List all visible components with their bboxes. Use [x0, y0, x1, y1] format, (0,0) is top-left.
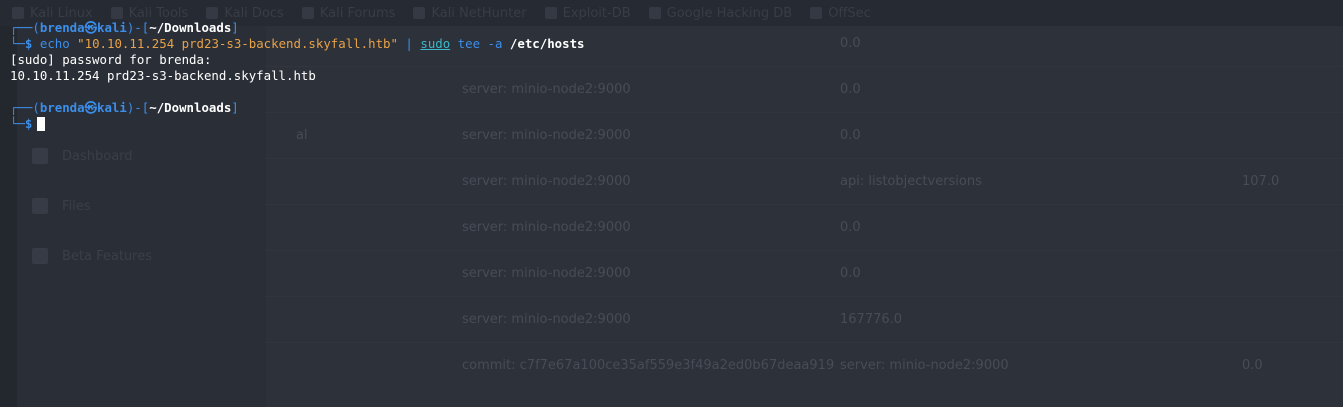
cmd-string: "10.10.11.254 prd23-s3-backend.skyfall.h… — [77, 36, 398, 51]
prompt-cwd: ~/Downloads — [149, 20, 232, 35]
terminal[interactable]: ┌──(brenda㉿kali)-[~/Downloads] └─$ echo … — [0, 0, 1343, 407]
input-line[interactable]: └─$ — [0, 116, 1343, 132]
kali-skull-icon: ㉿ — [84, 20, 97, 35]
prompt-frame: ┌──( — [10, 100, 40, 115]
prompt-frame: )-[ — [126, 100, 150, 115]
command-line: └─$ echo "10.10.11.254 prd23-s3-backend.… — [0, 36, 1343, 52]
prompt-frame: └─ — [10, 116, 25, 131]
prompt-frame: )-[ — [126, 20, 150, 35]
prompt-symbol: $ — [24, 36, 33, 51]
cmd-echo: echo — [39, 36, 70, 51]
output-line: 10.10.11.254 prd23-s3-backend.skyfall.ht… — [10, 68, 316, 83]
text-cursor — [37, 117, 46, 131]
prompt-cwd: ~/Downloads — [149, 100, 232, 115]
prompt-symbol: $ — [24, 116, 33, 131]
prompt-host: kali — [97, 100, 127, 115]
prompt-frame: ] — [231, 100, 239, 115]
cmd-pipe: | — [405, 36, 413, 51]
prompt-user: brenda — [39, 20, 85, 35]
cmd-flag: -a — [487, 36, 503, 51]
prompt-frame: ┌──( — [10, 20, 40, 35]
cmd-sudo: sudo — [420, 36, 451, 51]
cmd-file: /etc/hosts — [509, 36, 585, 51]
prompt-user: brenda — [39, 100, 85, 115]
output-line: [sudo] password for brenda: — [10, 52, 212, 67]
prompt-frame: ] — [231, 20, 239, 35]
cmd-tee: tee — [457, 36, 481, 51]
prompt-header: ┌──(brenda㉿kali)-[~/Downloads] — [0, 20, 1343, 36]
prompt-host: kali — [97, 20, 127, 35]
kali-skull-icon: ㉿ — [84, 100, 97, 115]
prompt-frame: └─ — [10, 36, 25, 51]
prompt-header: ┌──(brenda㉿kali)-[~/Downloads] — [0, 100, 1343, 116]
